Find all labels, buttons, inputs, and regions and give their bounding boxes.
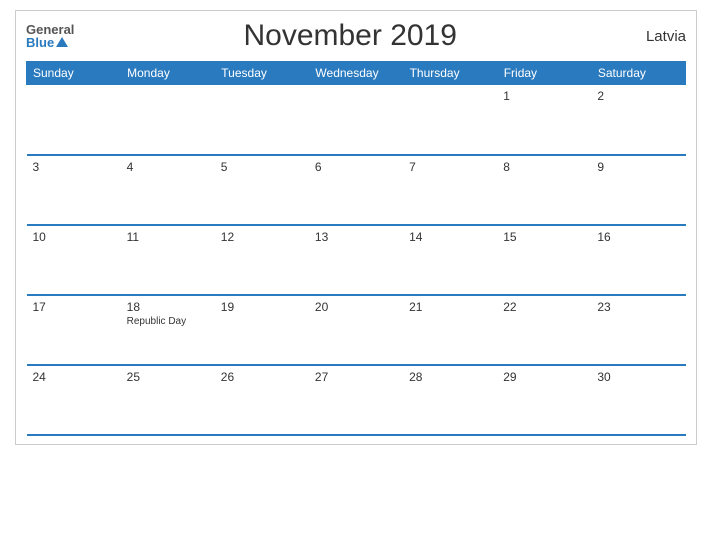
day-number: 25: [127, 370, 209, 384]
day-number: 28: [409, 370, 491, 384]
calendar-title: November 2019: [74, 19, 626, 53]
day-number: 20: [315, 300, 397, 314]
day-number: 17: [33, 300, 115, 314]
calendar-cell: 22: [497, 295, 591, 365]
col-monday: Monday: [121, 62, 215, 85]
calendar-cell: 29: [497, 365, 591, 435]
calendar-cell: 4: [121, 155, 215, 225]
day-number: 2: [597, 89, 679, 103]
calendar-week-3: 17 18 Republic Day 19 20 21 22 23: [27, 295, 686, 365]
day-number: 7: [409, 160, 491, 174]
col-tuesday: Tuesday: [215, 62, 309, 85]
day-number: 16: [597, 230, 679, 244]
calendar-cell: 25: [121, 365, 215, 435]
calendar-cell: 19: [215, 295, 309, 365]
calendar-week-2: 10 11 12 13 14 15 16: [27, 225, 686, 295]
day-number: 5: [221, 160, 303, 174]
col-thursday: Thursday: [403, 62, 497, 85]
calendar-cell: 2: [591, 85, 685, 155]
calendar-cell: [403, 85, 497, 155]
calendar-cell: 21: [403, 295, 497, 365]
calendar-cell: 13: [309, 225, 403, 295]
calendar-cell: 14: [403, 225, 497, 295]
col-friday: Friday: [497, 62, 591, 85]
col-wednesday: Wednesday: [309, 62, 403, 85]
calendar-cell: 20: [309, 295, 403, 365]
day-number: 24: [33, 370, 115, 384]
calendar-cell: 8: [497, 155, 591, 225]
header: General Blue November 2019 Latvia: [26, 19, 686, 53]
col-saturday: Saturday: [591, 62, 685, 85]
holiday-label: Republic Day: [127, 316, 209, 327]
calendar-cell: 26: [215, 365, 309, 435]
calendar-cell: 23: [591, 295, 685, 365]
calendar-cell: 5: [215, 155, 309, 225]
calendar-cell: 3: [27, 155, 121, 225]
day-number: 27: [315, 370, 397, 384]
calendar-cell: 9: [591, 155, 685, 225]
day-number: 23: [597, 300, 679, 314]
day-number: 29: [503, 370, 585, 384]
calendar-cell: 6: [309, 155, 403, 225]
calendar-week-4: 24 25 26 27 28 29 30: [27, 365, 686, 435]
day-number: 10: [33, 230, 115, 244]
day-number: 30: [597, 370, 679, 384]
calendar-container: General Blue November 2019 Latvia Sunday…: [15, 10, 697, 445]
day-number: 18: [127, 300, 209, 314]
page: General Blue November 2019 Latvia Sunday…: [0, 0, 712, 550]
day-number: 14: [409, 230, 491, 244]
calendar-cell: 16: [591, 225, 685, 295]
calendar-cell: 17: [27, 295, 121, 365]
day-number: 8: [503, 160, 585, 174]
days-of-week-row: Sunday Monday Tuesday Wednesday Thursday…: [27, 62, 686, 85]
calendar-cell: 15: [497, 225, 591, 295]
logo-triangle-icon: [56, 37, 68, 47]
day-number: 1: [503, 89, 585, 103]
calendar-cell: 10: [27, 225, 121, 295]
day-number: 3: [33, 160, 115, 174]
calendar-cell: 11: [121, 225, 215, 295]
calendar-cell: 27: [309, 365, 403, 435]
day-number: 26: [221, 370, 303, 384]
calendar-cell: 7: [403, 155, 497, 225]
calendar-cell: 30: [591, 365, 685, 435]
day-number: 4: [127, 160, 209, 174]
day-number: 21: [409, 300, 491, 314]
day-number: 11: [127, 230, 209, 244]
calendar-cell: 28: [403, 365, 497, 435]
country-label: Latvia: [626, 28, 686, 45]
day-number: 19: [221, 300, 303, 314]
calendar-cell: 24: [27, 365, 121, 435]
day-number: 12: [221, 230, 303, 244]
calendar-cell: 18 Republic Day: [121, 295, 215, 365]
calendar-cell: 1: [497, 85, 591, 155]
calendar-table: Sunday Monday Tuesday Wednesday Thursday…: [26, 61, 686, 436]
calendar-body: 123456789101112131415161718Republic Day1…: [27, 85, 686, 435]
calendar-cell: [215, 85, 309, 155]
day-number: 9: [597, 160, 679, 174]
calendar-week-1: 3456789: [27, 155, 686, 225]
calendar-cell: [309, 85, 403, 155]
col-sunday: Sunday: [27, 62, 121, 85]
logo-row: Blue: [26, 36, 68, 49]
day-number: 15: [503, 230, 585, 244]
logo-blue-text: Blue: [26, 36, 54, 49]
logo: General Blue: [26, 23, 74, 49]
calendar-cell: 12: [215, 225, 309, 295]
calendar-cell: [121, 85, 215, 155]
calendar-cell: [27, 85, 121, 155]
day-number: 6: [315, 160, 397, 174]
calendar-week-0: 12: [27, 85, 686, 155]
day-number: 22: [503, 300, 585, 314]
day-number: 13: [315, 230, 397, 244]
calendar-header: Sunday Monday Tuesday Wednesday Thursday…: [27, 62, 686, 85]
